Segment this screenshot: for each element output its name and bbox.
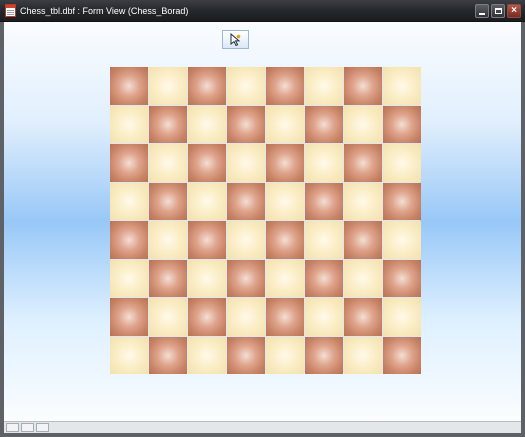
board-square-dark[interactable] [227,336,265,374]
board-square-light[interactable] [188,105,226,143]
board-square-dark[interactable] [305,259,343,297]
board-square-dark[interactable] [383,182,421,220]
board-square-dark[interactable] [266,221,304,259]
board-square-light[interactable] [383,144,421,182]
board-square-light[interactable] [266,259,304,297]
board-square-light[interactable] [149,221,187,259]
board-square-dark[interactable] [383,336,421,374]
board-square-light[interactable] [110,182,148,220]
board-square-light[interactable] [266,182,304,220]
board-square-light[interactable] [110,336,148,374]
board-square-dark[interactable] [110,67,148,105]
close-icon: × [511,5,517,16]
board-square-light[interactable] [188,336,226,374]
board-square-light[interactable] [383,67,421,105]
board-square-dark[interactable] [344,221,382,259]
board-square-dark[interactable] [227,259,265,297]
pointer-tool-button[interactable] [222,30,249,49]
board-square-light[interactable] [227,298,265,336]
board-square-dark[interactable] [110,144,148,182]
status-bar [4,421,521,433]
board-square-dark[interactable] [149,182,187,220]
board-square-dark[interactable] [149,259,187,297]
status-cell [36,423,49,432]
board-square-light[interactable] [266,105,304,143]
window-title: Chess_tbl.dbf : Form View (Chess_Borad) [20,6,189,16]
board-square-light[interactable] [344,259,382,297]
board-square-dark[interactable] [227,182,265,220]
board-square-dark[interactable] [305,105,343,143]
board-square-light[interactable] [344,336,382,374]
chess-board [110,67,421,374]
board-square-light[interactable] [305,144,343,182]
board-square-light[interactable] [305,221,343,259]
board-square-light[interactable] [305,298,343,336]
status-cell [6,423,19,432]
board-square-dark[interactable] [188,298,226,336]
board-square-dark[interactable] [227,105,265,143]
board-square-light[interactable] [149,67,187,105]
board-square-dark[interactable] [344,67,382,105]
board-square-dark[interactable] [344,298,382,336]
board-square-dark[interactable] [110,221,148,259]
board-square-light[interactable] [344,105,382,143]
board-square-dark[interactable] [266,298,304,336]
form-document-icon [5,4,16,17]
board-square-dark[interactable] [149,105,187,143]
board-square-light[interactable] [227,67,265,105]
form-canvas [4,22,521,421]
board-square-light[interactable] [344,182,382,220]
maximize-button[interactable] [491,4,505,18]
board-square-dark[interactable] [305,336,343,374]
close-button[interactable]: × [507,4,521,18]
board-square-light[interactable] [227,144,265,182]
form-view-window: Chess_tbl.dbf : Form View (Chess_Borad) … [0,0,525,437]
board-square-light[interactable] [266,336,304,374]
minimize-icon [479,13,485,15]
board-square-light[interactable] [110,259,148,297]
board-square-dark[interactable] [110,298,148,336]
board-square-light[interactable] [188,182,226,220]
board-square-dark[interactable] [188,67,226,105]
title-bar[interactable]: Chess_tbl.dbf : Form View (Chess_Borad) … [0,0,525,22]
maximize-icon [495,8,502,14]
board-square-dark[interactable] [383,259,421,297]
board-square-dark[interactable] [266,144,304,182]
board-square-dark[interactable] [383,105,421,143]
board-square-light[interactable] [383,298,421,336]
status-cell [21,423,34,432]
board-square-dark[interactable] [149,336,187,374]
board-square-light[interactable] [149,298,187,336]
board-square-light[interactable] [188,259,226,297]
board-square-dark[interactable] [305,182,343,220]
board-square-light[interactable] [227,221,265,259]
board-square-dark[interactable] [344,144,382,182]
board-square-dark[interactable] [188,221,226,259]
board-square-light[interactable] [110,105,148,143]
board-square-dark[interactable] [266,67,304,105]
minimize-button[interactable] [475,4,489,18]
board-square-light[interactable] [383,221,421,259]
board-square-light[interactable] [305,67,343,105]
cursor-pointer-icon [230,33,241,47]
board-square-dark[interactable] [188,144,226,182]
board-square-light[interactable] [149,144,187,182]
